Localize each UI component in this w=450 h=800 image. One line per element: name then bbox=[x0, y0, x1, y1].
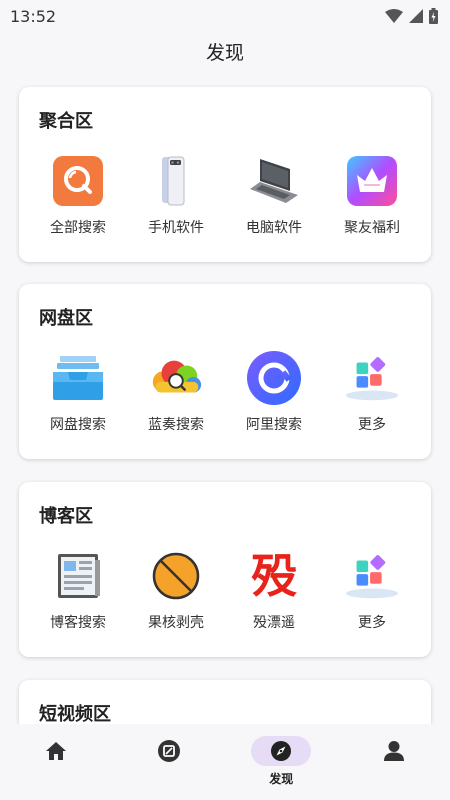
home-icon bbox=[46, 742, 67, 760]
laptop-icon bbox=[246, 153, 302, 209]
nav-profile[interactable] bbox=[338, 724, 450, 800]
wifi-icon bbox=[385, 9, 403, 23]
section-title: 聚合区 bbox=[39, 111, 93, 132]
item-label: 博客搜索 bbox=[50, 615, 106, 631]
mo-glyph: 殁 bbox=[251, 549, 297, 603]
cloud-search-icon bbox=[148, 350, 204, 406]
section-card-aggregate: 聚合区 全部搜索 手机软件 电脑软件 聚友福利 bbox=[19, 87, 431, 262]
item-label: 手机软件 bbox=[148, 220, 204, 236]
battery-icon bbox=[429, 8, 438, 24]
bottom-nav: 发现 bbox=[0, 724, 450, 800]
nav-pill bbox=[139, 736, 199, 766]
item-more-netdisk[interactable]: 更多 bbox=[323, 350, 421, 434]
nav-pill bbox=[26, 736, 86, 766]
item-blog-search[interactable]: 博客搜索 bbox=[29, 548, 127, 632]
item-label: 蓝奏搜索 bbox=[148, 417, 204, 433]
status-time: 13:52 bbox=[10, 6, 57, 26]
item-label: 更多 bbox=[358, 417, 386, 433]
app-box-icon bbox=[157, 740, 180, 762]
item-label: 阿里搜索 bbox=[246, 417, 302, 433]
item-guohe-boke[interactable]: 果核剥壳 bbox=[127, 548, 225, 632]
item-all-search[interactable]: 全部搜索 bbox=[29, 153, 127, 237]
section-title: 短视频区 bbox=[39, 704, 111, 724]
item-mo-piaoyao[interactable]: 殁 殁漂遥 bbox=[225, 548, 323, 632]
page-title: 发现 bbox=[205, 42, 244, 64]
status-bar: 13:52 bbox=[0, 0, 450, 32]
nav-label-discover: 发现 bbox=[269, 772, 294, 786]
mo-character-icon: 殁 bbox=[246, 548, 302, 604]
item-label: 全部搜索 bbox=[50, 220, 106, 236]
item-label: 更多 bbox=[358, 615, 386, 631]
nav-pill-active bbox=[251, 736, 312, 766]
item-label: 果核剥壳 bbox=[148, 615, 204, 631]
crown-icon bbox=[344, 153, 400, 209]
item-more-blog[interactable]: 更多 bbox=[323, 548, 421, 632]
item-label: 网盘搜索 bbox=[50, 417, 106, 433]
content-scroll[interactable]: 聚合区 全部搜索 手机软件 电脑软件 聚友福利 网盘区 网盘搜索 蓝奏搜索 阿里… bbox=[0, 72, 450, 724]
more-blocks-icon bbox=[344, 548, 400, 604]
inbox-tray-icon bbox=[50, 350, 106, 406]
nav-pill bbox=[364, 736, 424, 766]
phone-icon bbox=[148, 153, 204, 209]
more-blocks-icon bbox=[344, 350, 400, 406]
section-title: 网盘区 bbox=[39, 308, 93, 329]
item-label: 聚友福利 bbox=[344, 220, 400, 236]
aliyun-drive-icon bbox=[246, 350, 302, 406]
section-card-blog: 博客区 博客搜索 果核剥壳 殁 殁漂遥 更多 bbox=[19, 482, 431, 657]
nav-home[interactable] bbox=[0, 724, 113, 800]
newspaper-icon bbox=[50, 548, 106, 604]
item-netdisk-search[interactable]: 网盘搜索 bbox=[29, 350, 127, 434]
search-app-icon bbox=[50, 153, 106, 209]
item-label: 电脑软件 bbox=[246, 220, 302, 236]
section-card-netdisk: 网盘区 网盘搜索 蓝奏搜索 阿里搜索 更多 bbox=[19, 284, 431, 459]
section-title: 博客区 bbox=[39, 506, 93, 527]
item-ali-search[interactable]: 阿里搜索 bbox=[225, 350, 323, 434]
person-icon bbox=[383, 741, 404, 761]
signal-icon bbox=[409, 9, 423, 23]
compass-icon bbox=[271, 741, 292, 761]
section-card-short-video: 短视频区 bbox=[19, 680, 431, 724]
item-juyou-welfare[interactable]: 聚友福利 bbox=[323, 153, 421, 237]
item-label: 殁漂遥 bbox=[253, 615, 295, 631]
item-lanzou-search[interactable]: 蓝奏搜索 bbox=[127, 350, 225, 434]
nav-apps[interactable] bbox=[113, 724, 226, 800]
status-icons bbox=[385, 8, 438, 24]
nav-discover[interactable]: 发现 bbox=[225, 724, 338, 800]
nut-icon bbox=[148, 548, 204, 604]
item-pc-software[interactable]: 电脑软件 bbox=[225, 153, 323, 237]
item-phone-software[interactable]: 手机软件 bbox=[127, 153, 225, 237]
